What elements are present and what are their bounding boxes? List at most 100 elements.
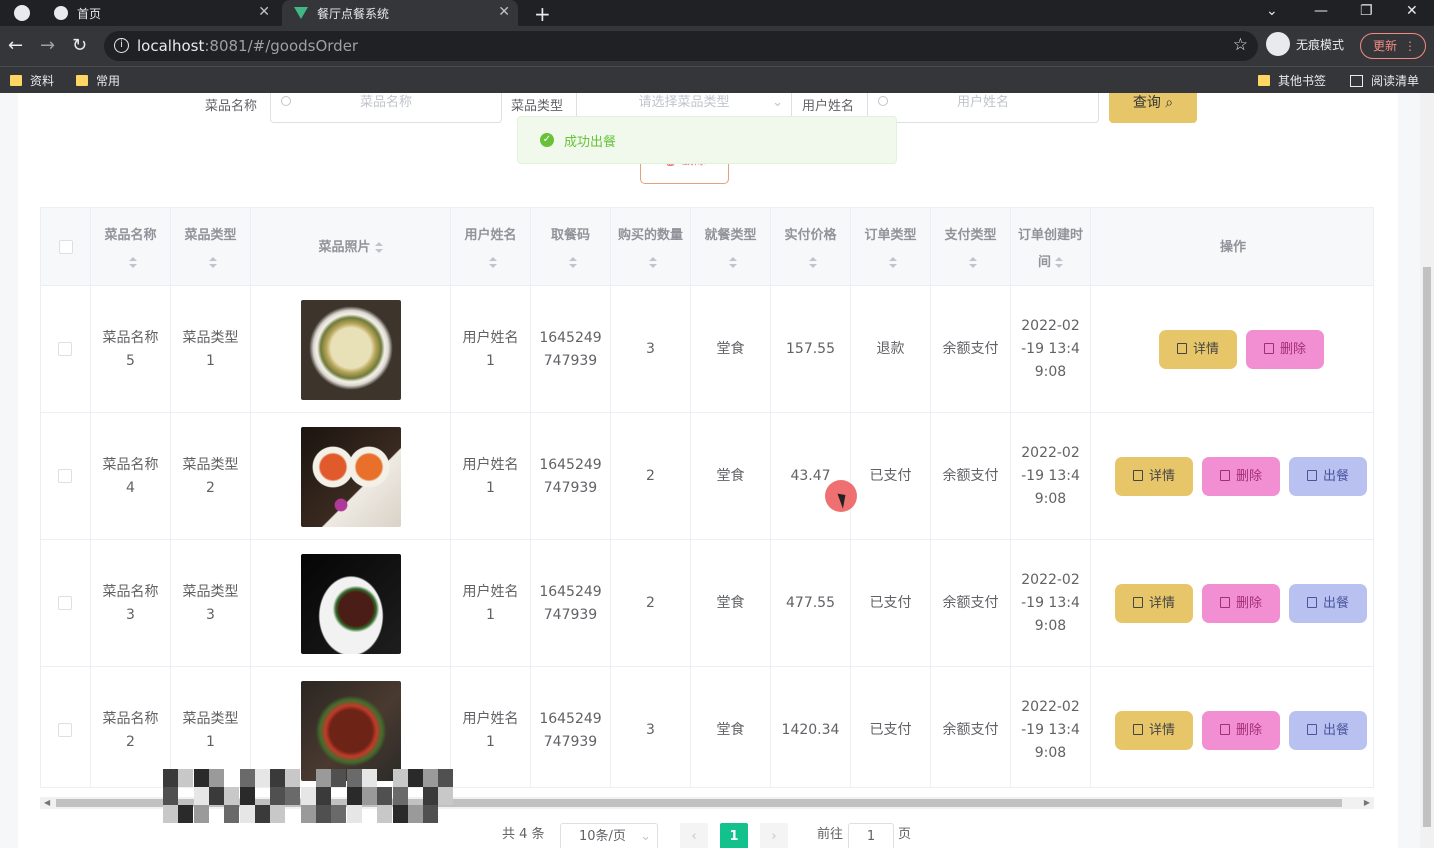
window-close-icon[interactable]: ✕ [1406, 3, 1418, 19]
header-dish-name[interactable]: 菜品名称 [91, 208, 171, 286]
mosaic-block [377, 787, 393, 805]
bookmark-folder-changyong[interactable]: 常用 [76, 72, 120, 89]
dish-type-value: 菜品类型2 [182, 456, 239, 496]
select-all-checkbox[interactable] [59, 240, 73, 254]
header-quantity[interactable]: 购买的数量 [611, 208, 691, 286]
header-created-time[interactable]: 订单创建时间 [1011, 208, 1091, 286]
dish-name-value: 菜品名称3 [102, 583, 159, 623]
update-button[interactable]: 更新 ⋮ [1360, 33, 1426, 59]
dish-photo[interactable] [300, 553, 401, 654]
orders-table: 菜品名称 菜品类型 菜品照片 用户姓名 取餐码 购买的数量 就餐类型 实付价格 … [40, 207, 1374, 788]
reading-list[interactable]: 阅读清单 [1350, 72, 1419, 89]
incognito-indicator[interactable]: 无痕模式 [1266, 32, 1344, 56]
forward-icon[interactable]: → [40, 35, 55, 56]
dish-type-placeholder: 请选择菜品类型 [638, 95, 730, 110]
sort-icon [808, 256, 817, 269]
bookmark-other[interactable]: 其他书签 [1258, 72, 1326, 89]
row-checkbox[interactable] [58, 596, 72, 610]
table-row[interactable]: 菜品名称5 菜品类型1 用户姓名1 1645249747939 3 堂食 157.55 退款 余… [41, 286, 1373, 413]
detail-button[interactable]: 详情 [1115, 457, 1193, 496]
serve-button[interactable]: 出餐 [1289, 711, 1367, 750]
cell-user-name: 用户姓名1 [451, 286, 531, 413]
detail-button[interactable]: 详情 [1115, 711, 1193, 750]
goto-page-input[interactable]: 1 [848, 823, 894, 848]
row-checkbox[interactable] [58, 342, 72, 356]
pixelated-watermark [163, 769, 455, 823]
scrollbar-thumb[interactable] [1423, 267, 1431, 827]
tab-search-icon[interactable]: ⌄ [1266, 3, 1278, 19]
dish-photo[interactable] [300, 426, 401, 527]
tab-home[interactable]: 首页 ✕ [44, 0, 278, 26]
minimize-icon[interactable]: — [1314, 3, 1328, 19]
header-pickup-code[interactable]: 取餐码 [531, 208, 611, 286]
dish-type-label: 菜品类型 [511, 99, 564, 114]
dish-name-value: 菜品名称4 [102, 456, 159, 496]
next-page-button[interactable]: › [760, 823, 788, 848]
dish-name-input[interactable]: 菜品名称 [270, 93, 502, 123]
header-pay-type[interactable]: 支付类型 [931, 208, 1011, 286]
close-icon[interactable]: ✕ [498, 4, 510, 20]
scroll-left-icon[interactable]: ◀ [44, 798, 50, 807]
mosaic-block [423, 787, 439, 805]
delete-button[interactable]: 删除 [1246, 330, 1324, 369]
page-size-select[interactable]: 10条/页 ⌄ [560, 823, 658, 848]
tab-restaurant[interactable]: 餐厅点餐系统 ✕ [282, 0, 518, 26]
dish-photo[interactable] [300, 299, 401, 400]
back-icon[interactable]: ← [8, 35, 23, 56]
scroll-right-icon[interactable]: ▶ [1364, 798, 1370, 807]
price-value: 1420.34 [781, 722, 840, 738]
browser-menu-icon[interactable] [14, 5, 30, 21]
actions-cell: 详情 删除 出餐 [1091, 540, 1373, 667]
mosaic-block [392, 769, 408, 787]
address-bar[interactable]: i localhost:8081/#/goodsOrder ☆ [104, 31, 1258, 61]
header-dish-type[interactable]: 菜品类型 [171, 208, 251, 286]
row-checkbox[interactable] [58, 469, 72, 483]
vue-logo-icon [294, 7, 308, 19]
delete-button[interactable]: 删除 [1202, 584, 1280, 623]
user-name-placeholder: 用户姓名 [956, 95, 1009, 110]
more-menu-icon[interactable]: ⋮ [1404, 34, 1416, 58]
header-dining-type[interactable]: 就餐类型 [691, 208, 771, 286]
folder-icon [76, 75, 88, 86]
restore-icon[interactable]: ❐ [1360, 3, 1373, 19]
detail-button[interactable]: 详情 [1115, 584, 1193, 623]
delete-button[interactable]: 删除 [1202, 457, 1280, 496]
header-dish-photo[interactable]: 菜品照片 [251, 208, 451, 286]
row-checkbox[interactable] [58, 723, 72, 737]
header-order-type[interactable]: 订单类型 [851, 208, 931, 286]
mosaic-block [239, 805, 255, 823]
prev-page-button[interactable]: ‹ [680, 823, 708, 848]
dish-photo[interactable] [300, 680, 401, 781]
bookmark-star-icon[interactable]: ☆ [1233, 35, 1248, 55]
new-tab-icon[interactable]: + [534, 2, 551, 26]
page-suffix: 页 [898, 827, 912, 842]
header-user-name[interactable]: 用户姓名 [451, 208, 531, 286]
info-icon[interactable]: i [114, 38, 129, 53]
user-name-input[interactable]: 用户姓名 [867, 93, 1099, 123]
close-icon[interactable]: ✕ [258, 4, 270, 20]
serve-button[interactable]: 出餐 [1289, 457, 1367, 496]
mosaic-block [270, 769, 286, 787]
dish-type-value: 菜品类型3 [182, 583, 239, 623]
bookmark-folder-ziliao[interactable]: 资料 [10, 72, 54, 89]
detail-button[interactable]: 详情 [1159, 330, 1237, 369]
created-value: 2022-02-19 13:49:08 [1021, 445, 1080, 507]
reload-icon[interactable]: ↻ [72, 35, 87, 56]
vertical-scrollbar[interactable] [1420, 93, 1434, 848]
page-1-button[interactable]: 1 [720, 823, 748, 848]
folder-icon [1258, 75, 1270, 86]
sort-icon [568, 256, 577, 269]
sort-icon [128, 256, 137, 269]
table-row[interactable]: 菜品名称4 菜品类型2 用户姓名1 1645249747939 2 堂食 43.47 已支付 余… [41, 413, 1373, 540]
delete-label: 删除 [1279, 342, 1306, 357]
pickup-code-value: 1645249747939 [539, 456, 602, 496]
mosaic-block [178, 769, 194, 787]
header-price[interactable]: 实付价格 [771, 208, 851, 286]
query-button[interactable]: 查询 ⌕ [1109, 93, 1197, 123]
sort-icon [1055, 256, 1063, 269]
table-row[interactable]: 菜品名称3 菜品类型3 用户姓名1 1645249747939 2 堂食 477.55 已支付… [41, 540, 1373, 667]
mosaic-block [331, 805, 347, 823]
cell-quantity: 2 [611, 540, 691, 667]
delete-button[interactable]: 删除 [1202, 711, 1280, 750]
serve-button[interactable]: 出餐 [1289, 584, 1367, 623]
